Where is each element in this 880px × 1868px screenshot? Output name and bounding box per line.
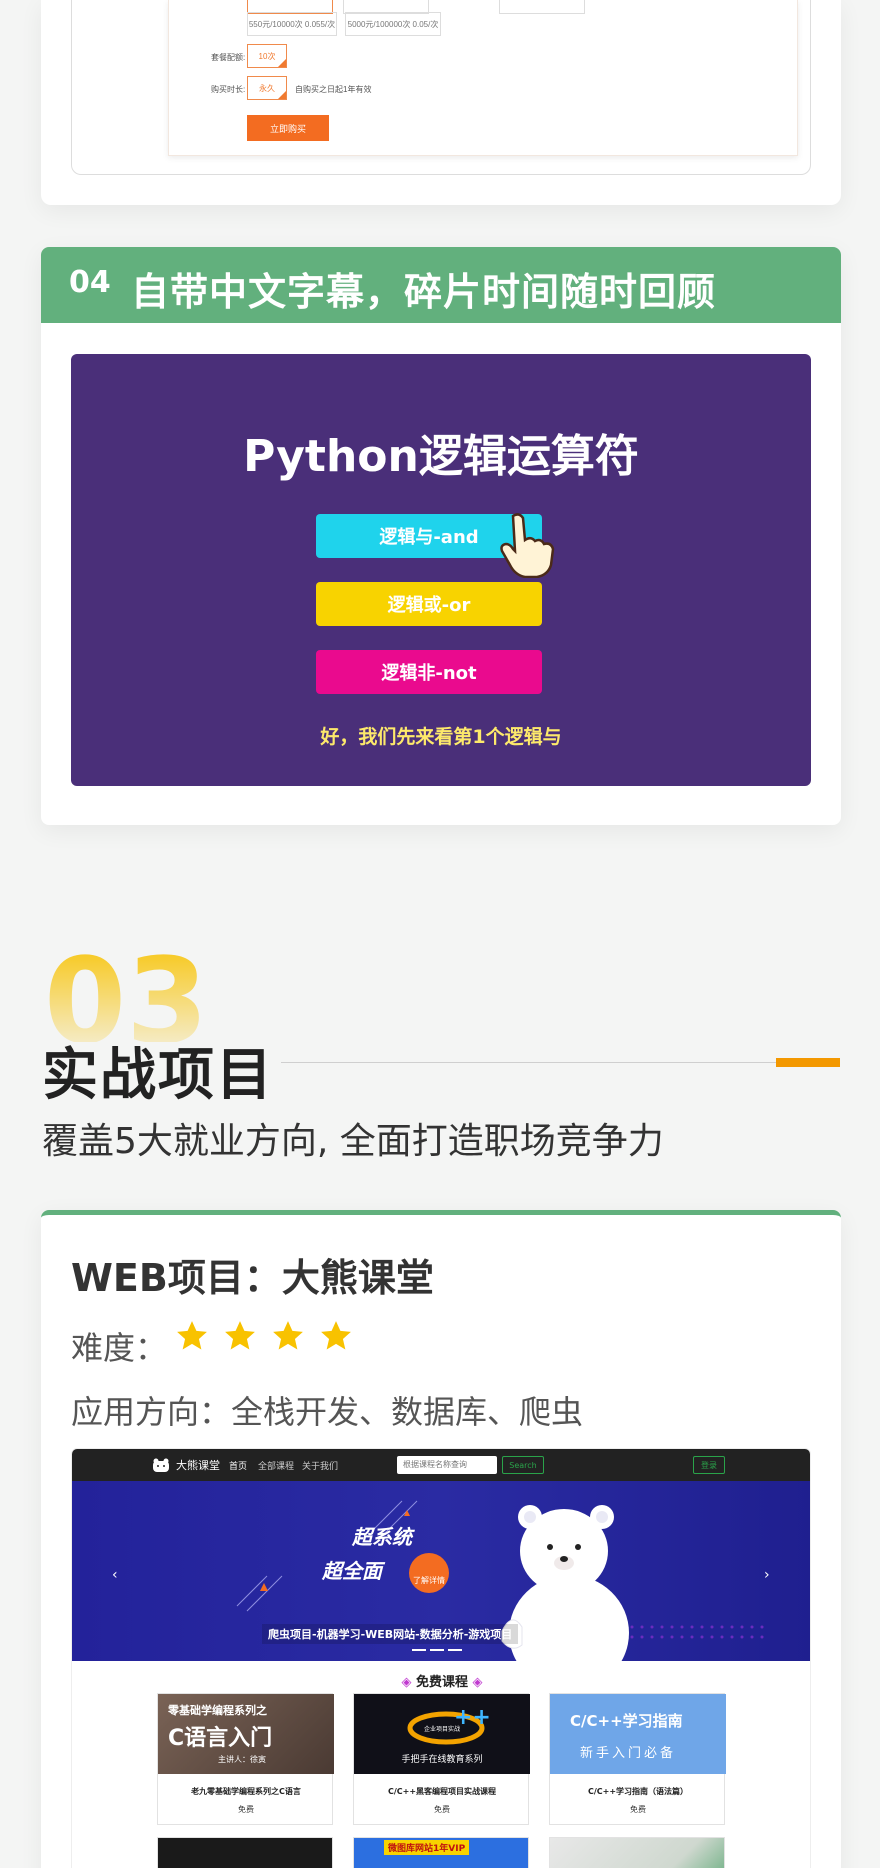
nav-home[interactable]: 首页 xyxy=(229,1459,247,1472)
course-title: 老九零基础学编程系列之C语言 xyxy=(191,1787,301,1796)
purchase-screenshot: 550元/10000次 0.055/次 5000元/100000次 0.05/次… xyxy=(168,0,798,156)
banner-headline-1: 超系统 xyxy=(352,1525,412,1549)
polar-bear-illustration xyxy=(501,1505,629,1661)
duration-label: 购买时长: xyxy=(211,85,246,94)
course-title: C/C++学习指南（语法篇） xyxy=(587,1787,689,1796)
bear-logo-icon xyxy=(153,1458,169,1472)
star-icon xyxy=(273,1321,303,1350)
course-thumbnail: C/C++学习指南 新手入门必备 xyxy=(550,1694,726,1774)
banner-prev-icon[interactable]: ‹ xyxy=(112,1567,118,1583)
free-courses-label: 免费课程 xyxy=(415,1675,468,1690)
thumb-text: 主讲人：徐寅 xyxy=(218,1755,266,1764)
thumb-text: 零基础学编程系列之 xyxy=(168,1704,267,1717)
tier-option[interactable] xyxy=(499,0,585,14)
thumb-text: C语言入门 xyxy=(168,1726,273,1751)
site-navbar: 大熊课堂 首页 全部课程 关于我们 根据课程名称查询 Search 登录 xyxy=(72,1449,810,1481)
course-thumbnail: ++ 企业项目实战 手把手在线教育系列 xyxy=(354,1694,530,1774)
course-card[interactable]: C/C++学习指南 新手入门必备 C/C++学习指南（语法篇） 免费 xyxy=(549,1693,726,1825)
course-card[interactable]: ++ 企业项目实战 手把手在线教育系列 C/C++黑客编程项目实战课程 免费 xyxy=(353,1693,530,1825)
diamond-icon: ◈ xyxy=(401,1675,416,1690)
course-card[interactable] xyxy=(157,1837,333,1868)
section-title: 实战项目 xyxy=(42,1043,274,1108)
course-title: C/C++黑客编程项目实战课程 xyxy=(387,1787,497,1796)
thumb-text: C/C++学习指南 xyxy=(570,1712,683,1730)
project-name: WEB项目：大熊课堂 xyxy=(71,1256,434,1300)
difficulty-stars xyxy=(175,1319,353,1353)
banner-topics: 爬虫项目-机器学习-WEB网站-数据分析-游戏项目 xyxy=(262,1624,519,1644)
site-search-button[interactable]: Search xyxy=(502,1456,544,1474)
tier-option-5000[interactable]: 5000元/100000次 0.05/次 xyxy=(345,12,441,36)
banner-learn-more-button[interactable]: 了解详情 xyxy=(409,1553,449,1593)
course-card[interactable]: 微图库网站1年VIP xyxy=(353,1837,529,1868)
section-divider xyxy=(281,1062,776,1063)
star-icon xyxy=(225,1321,255,1350)
logic-or-button[interactable]: 逻辑或-or xyxy=(316,582,542,626)
diamond-icon: ◈ xyxy=(468,1675,483,1690)
course-card[interactable]: 零基础学编程系列之 C语言入门 主讲人：徐寅 老九零基础学编程系列之C语言 免费 xyxy=(157,1693,334,1825)
difficulty-label: 难度： xyxy=(71,1329,168,1367)
video-caption: 好，我们先来看第1个逻辑与 xyxy=(320,726,562,748)
thumb-text: 手把手在线教育系列 xyxy=(401,1755,483,1765)
section-number: 03 xyxy=(44,952,204,1042)
feature-header: 04 自带中文字幕，碎片时间随时回顾 xyxy=(41,247,841,323)
duration-note: 自购买之日起1年有效 xyxy=(295,85,372,94)
feature-title: 自带中文字幕，碎片时间随时回顾 xyxy=(131,270,717,314)
thumb-text: 新手入门必备 xyxy=(580,1746,677,1761)
video-title: Python逻辑运算符 xyxy=(243,431,639,482)
feature-number: 04 xyxy=(69,265,111,300)
section-divider-accent xyxy=(776,1058,840,1067)
free-courses-title: ◈ 免费课程 ◈ xyxy=(72,1671,810,1690)
course-thumbnail: 零基础学编程系列之 C语言入门 主讲人：徐寅 xyxy=(158,1694,334,1774)
duration-select[interactable]: 永久 xyxy=(247,76,287,100)
nav-all-courses[interactable]: 全部课程 xyxy=(258,1459,294,1472)
course-card[interactable] xyxy=(549,1837,725,1868)
section-subtitle: 覆盖5大就业方向, 全面打造职场竞争力 xyxy=(42,1121,664,1162)
tier-option-550[interactable]: 550元/10000次 0.055/次 xyxy=(247,12,337,36)
site-logo-text: 大熊课堂 xyxy=(176,1459,220,1472)
site-logo[interactable]: 大熊课堂 xyxy=(152,1457,220,1473)
course-price: 免费 xyxy=(630,1805,646,1814)
pointer-hand-icon xyxy=(499,512,557,582)
package-label: 套餐配额: xyxy=(211,53,246,62)
site-login-button[interactable]: 登录 xyxy=(693,1456,725,1474)
application-direction: 应用方向：全栈开发、数据库、爬虫 xyxy=(71,1393,584,1431)
thumb-text: 企业项目实战 xyxy=(423,1726,460,1733)
site-banner: 超系统 超全面 了解详情 爬虫项目-机器学习-WEB网站-数据分析-游戏项目 ‹… xyxy=(72,1481,810,1661)
logic-not-button[interactable]: 逻辑非-not xyxy=(316,650,542,694)
star-icon xyxy=(321,1321,351,1350)
site-search-input[interactable]: 根据课程名称查询 xyxy=(397,1456,497,1474)
video-preview: Python逻辑运算符 逻辑与-and 逻辑或-or 逻辑非-not 好，我们先… xyxy=(71,354,811,786)
star-icon xyxy=(177,1321,207,1350)
nav-about[interactable]: 关于我们 xyxy=(302,1459,338,1472)
purchase-frame: 550元/10000次 0.055/次 5000元/100000次 0.05/次… xyxy=(71,0,811,175)
buy-now-button[interactable]: 立即购买 xyxy=(247,115,329,141)
project-site-screenshot: 大熊课堂 首页 全部课程 关于我们 根据课程名称查询 Search 登录 超系统… xyxy=(71,1448,811,1868)
feature-card: 04 自带中文字幕，碎片时间随时回顾 Python逻辑运算符 逻辑与-and 逻… xyxy=(41,247,841,825)
purchase-card: 550元/10000次 0.055/次 5000元/100000次 0.05/次… xyxy=(41,0,841,205)
section-number-decoration: 03 xyxy=(44,952,204,1042)
course-price: 免费 xyxy=(434,1805,450,1814)
thumb-text: 微图库网站1年VIP xyxy=(384,1840,470,1855)
banner-next-icon[interactable]: › xyxy=(764,1567,770,1583)
banner-pagination[interactable] xyxy=(412,1649,462,1651)
banner-headline-2: 超全面 xyxy=(322,1559,382,1583)
project-card: WEB项目：大熊课堂 难度： 应用方向：全栈开发、数据库、爬虫 大熊课堂 首页 … xyxy=(41,1210,841,1868)
course-price: 免费 xyxy=(238,1805,254,1814)
package-select[interactable]: 10次 xyxy=(247,44,287,68)
